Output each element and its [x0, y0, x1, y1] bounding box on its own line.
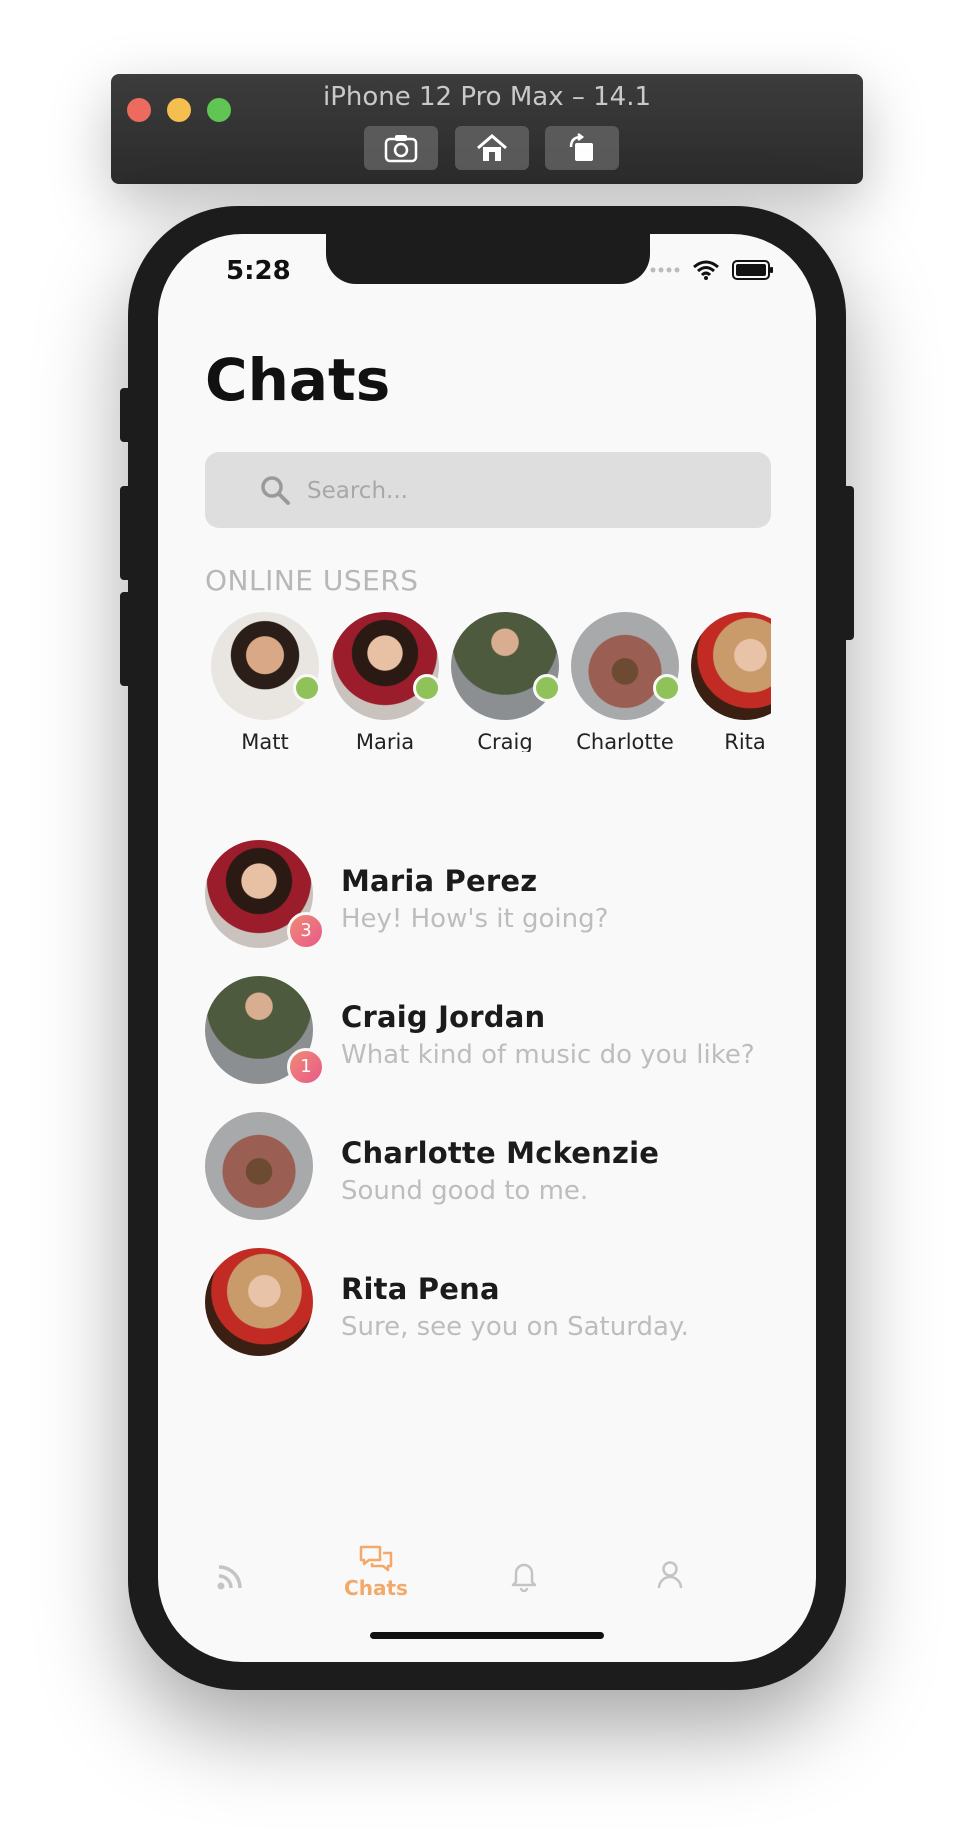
- chat-list-item[interactable]: Rita Pena Sure, see you on Saturday.: [205, 1248, 771, 1358]
- simulator-title: iPhone 12 Pro Max – 14.1: [322, 82, 652, 112]
- phone-screen: 5:28 Chats ONLINE USERS: [158, 234, 816, 1662]
- home-button[interactable]: [455, 126, 529, 170]
- online-user-charlotte[interactable]: Charlotte: [565, 612, 685, 752]
- profile-icon: [657, 1561, 683, 1589]
- avatar: [205, 1248, 313, 1356]
- online-user-name: Matt: [241, 730, 289, 752]
- avatar: [211, 612, 321, 720]
- online-user-name: Rita: [724, 730, 766, 752]
- tab-feed[interactable]: [170, 1562, 290, 1592]
- bell-icon: [511, 1563, 537, 1592]
- online-user-matt[interactable]: Matt: [205, 612, 325, 752]
- search-icon: [261, 476, 290, 505]
- chat-last-message: Hey! How's it going?: [341, 904, 609, 934]
- chat-contact-name: Rita Pena: [341, 1272, 500, 1306]
- chat-last-message: Sound good to me.: [341, 1176, 589, 1206]
- online-users-list: Matt Maria Craig Charlotte Rita: [205, 612, 771, 752]
- unread-badge: 1: [287, 1048, 325, 1086]
- mute-switch: [120, 388, 132, 442]
- online-user-craig[interactable]: Craig: [445, 612, 565, 752]
- online-user-maria[interactable]: Maria: [325, 612, 445, 752]
- avatar: [451, 612, 561, 720]
- online-indicator: [413, 674, 441, 702]
- rotate-icon: [569, 133, 593, 161]
- home-icon: [477, 134, 507, 161]
- avatar: [571, 612, 681, 720]
- wifi-icon: [693, 260, 719, 280]
- rotate-button[interactable]: [545, 126, 619, 170]
- volume-up-button: [120, 486, 132, 580]
- tab-chats[interactable]: Chats: [316, 1544, 436, 1600]
- tab-bar: Chats: [158, 1544, 816, 1614]
- chat-list-item[interactable]: 3 Maria Perez Hey! How's it going?: [205, 840, 771, 950]
- unread-badge: 3: [287, 912, 325, 950]
- online-users-label: ONLINE USERS: [205, 564, 419, 597]
- feed-icon: [217, 1565, 242, 1590]
- tab-notifications[interactable]: [464, 1560, 584, 1592]
- search-input[interactable]: [305, 470, 749, 512]
- avatar: [691, 612, 771, 720]
- volume-down-button: [120, 592, 132, 686]
- online-indicator: [653, 674, 681, 702]
- chat-contact-name: Maria Perez: [341, 864, 538, 898]
- status-icons: [650, 260, 774, 280]
- chat-last-message: What kind of music do you like?: [341, 1040, 755, 1070]
- avatar: [331, 612, 441, 720]
- online-user-name: Maria: [355, 730, 415, 752]
- battery-icon: [732, 260, 773, 280]
- online-user-rita[interactable]: Rita: [685, 612, 771, 752]
- notch: [326, 234, 650, 284]
- chats-icon: [359, 1545, 393, 1572]
- online-user-name: Charlotte: [576, 730, 674, 752]
- chat-last-message: Sure, see you on Saturday.: [341, 1312, 689, 1342]
- home-indicator[interactable]: [370, 1632, 604, 1639]
- screenshot-button[interactable]: [364, 126, 438, 170]
- chat-list-item[interactable]: Charlotte Mckenzie Sound good to me.: [205, 1112, 771, 1222]
- chat-contact-name: Craig Jordan: [341, 1000, 546, 1034]
- chat-list-item[interactable]: 1 Craig Jordan What kind of music do you…: [205, 976, 771, 1086]
- online-user-name: Craig: [477, 730, 533, 752]
- tab-profile[interactable]: [610, 1560, 730, 1590]
- chat-contact-name: Charlotte Mckenzie: [341, 1136, 660, 1170]
- search-bar[interactable]: [205, 452, 771, 528]
- avatar: [205, 1112, 313, 1220]
- status-time: 5:28: [226, 256, 291, 286]
- page-title: Chats: [205, 346, 391, 414]
- tab-chats-label: Chats: [344, 1576, 408, 1600]
- online-indicator: [293, 674, 321, 702]
- online-indicator: [533, 674, 561, 702]
- power-button: [842, 486, 854, 640]
- signal-icon: [650, 267, 680, 273]
- screenshot-icon: [384, 135, 418, 163]
